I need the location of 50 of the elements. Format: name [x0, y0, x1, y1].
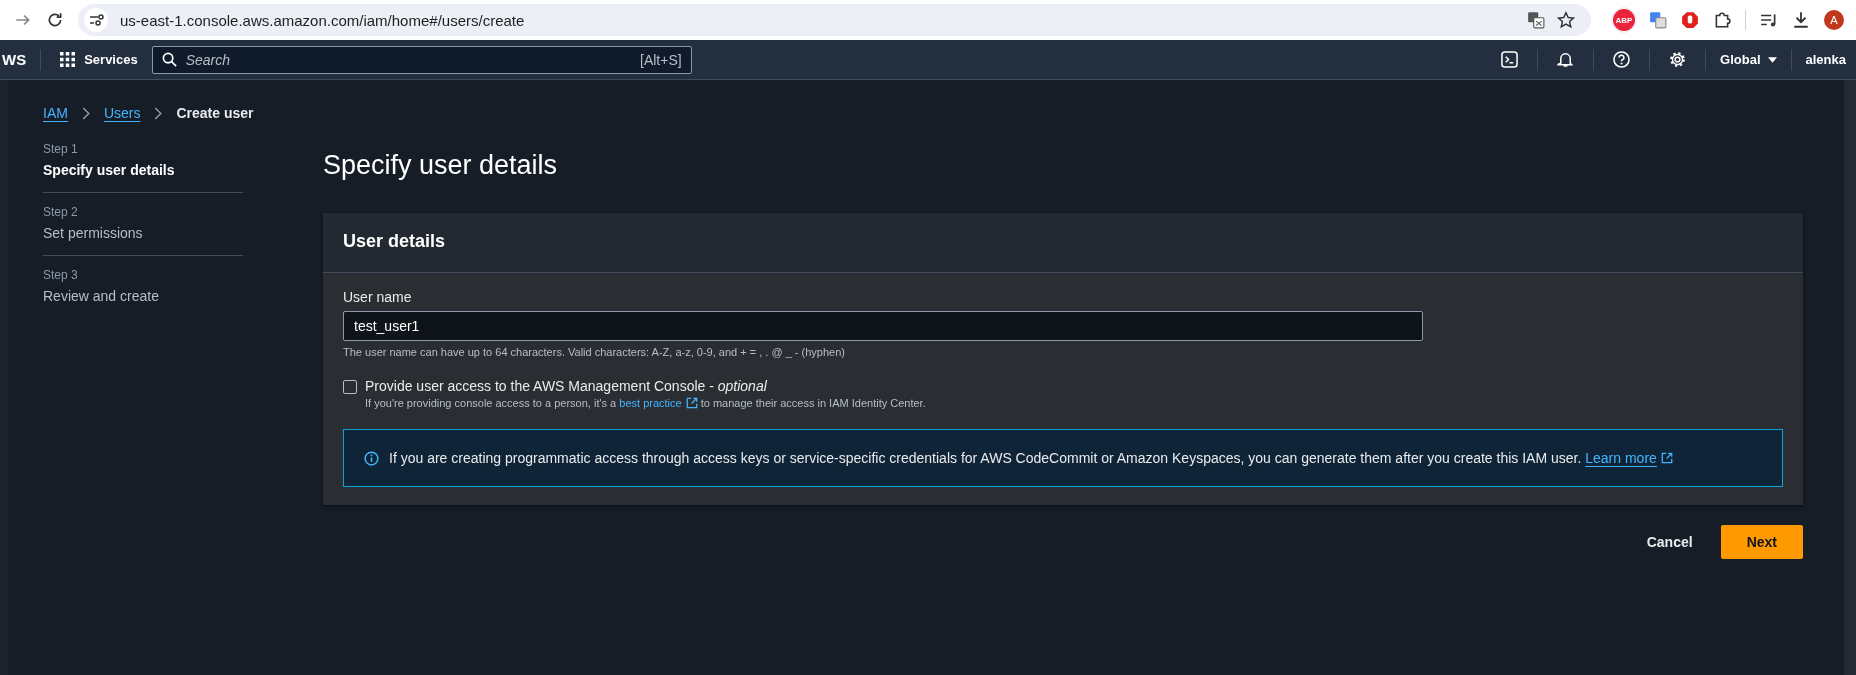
profile-avatar[interactable]: A — [1824, 10, 1844, 30]
address-bar[interactable]: us-east-1.console.aws.amazon.com/iam/home#/users/create — [78, 4, 1591, 36]
settings-icon[interactable] — [1669, 51, 1687, 68]
info-icon — [364, 450, 379, 466]
learn-more-link[interactable]: Learn more — [1585, 450, 1673, 466]
cancel-button[interactable]: Cancel — [1642, 526, 1697, 558]
step-link[interactable]: Specify user details — [43, 162, 243, 178]
page-title: Specify user details — [323, 150, 559, 181]
shortcut-hint: [Alt+S] — [640, 51, 682, 68]
account-menu[interactable]: alenka — [1805, 52, 1846, 67]
media-icon[interactable] — [1760, 11, 1778, 29]
chevron-icon — [81, 106, 90, 120]
logo[interactable]: WS — [2, 51, 27, 68]
grid-icon — [60, 52, 76, 67]
next-button[interactable]: Next — [1720, 525, 1803, 559]
breadcrumb-current: Create user — [176, 105, 254, 121]
field-label: User name — [343, 289, 413, 305]
star-icon[interactable] — [1557, 11, 1575, 29]
step-number: Step 2 — [43, 205, 79, 219]
step-number: Step 3 — [43, 268, 79, 282]
reload-icon[interactable] — [46, 11, 64, 29]
caret-icon — [1767, 56, 1777, 63]
chevron-icon — [154, 106, 163, 120]
external-link-icon — [685, 397, 698, 409]
puzzle-icon[interactable] — [1713, 11, 1731, 29]
console-access-checkbox[interactable] — [343, 380, 357, 394]
best-practice-link[interactable]: best practice — [619, 397, 698, 409]
hand-icon[interactable] — [1681, 11, 1699, 29]
field-hint: The user name can have up to 64 characters. Valid characters: A-Z, a-z, 0-9, and + = , . @ _ - (hyphen) — [343, 346, 846, 358]
services-menu[interactable]: Services — [60, 52, 138, 67]
breadcrumb-link[interactable]: Users — [103, 105, 141, 121]
checkbox-label: Provide user access to the AWS Management Console - optional — [365, 378, 768, 394]
step-link[interactable]: Review and create — [43, 288, 243, 304]
info-text: If you are creating programmatic access through access keys or service-specific credentials for AWS CodeCommit or Amazon Keyspaces, you can generate them after you create this IAM user. Learn more — [389, 450, 1673, 466]
external-link-icon — [1660, 452, 1673, 464]
user-name-field[interactable]: test_user1 — [343, 311, 1423, 341]
terminal-icon[interactable] — [1501, 51, 1519, 68]
help-icon[interactable] — [1613, 51, 1631, 68]
ad-block-badge[interactable]: ABP — [1613, 9, 1635, 31]
region-menu[interactable]: Global — [1720, 52, 1777, 67]
breadcrumb-link[interactable]: IAM — [43, 105, 68, 121]
checkbox-description: If you're providing console access to a person, it's a best practice to manage their access in IAM Identity Center. — [365, 397, 926, 409]
url-text: us-east-1.console.aws.amazon.com/iam/home#/users/create — [120, 11, 525, 29]
step-number: Step 1 — [43, 142, 79, 156]
download-icon[interactable] — [1792, 11, 1810, 29]
bell-icon[interactable] — [1557, 51, 1575, 68]
site-settings-icon[interactable] — [84, 8, 108, 32]
step-link[interactable]: Set permissions — [43, 225, 243, 241]
card-title: User details — [343, 231, 447, 252]
search-icon — [161, 51, 177, 67]
